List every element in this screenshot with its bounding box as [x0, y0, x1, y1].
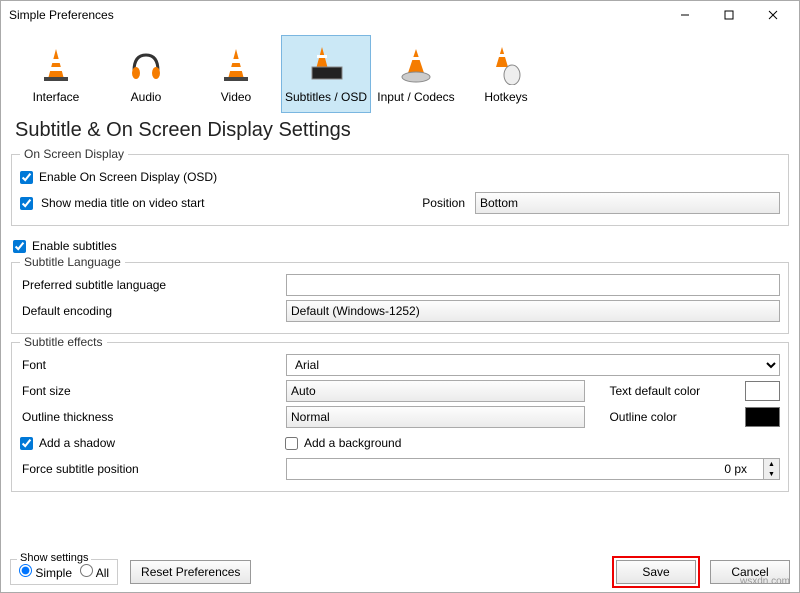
outline-thickness-label: Outline thickness: [20, 410, 280, 424]
default-encoding-select[interactable]: Default (Windows-1252): [286, 300, 780, 322]
text-color-label: Text default color: [609, 384, 739, 398]
chevron-down-icon[interactable]: ▼: [764, 469, 779, 479]
add-background-checkbox[interactable]: [285, 437, 298, 450]
page-title: Subtitle & On Screen Display Settings: [1, 113, 799, 150]
subtitle-language-group: Subtitle Language Preferred subtitle lan…: [11, 262, 789, 334]
osd-group: On Screen Display Enable On Screen Displ…: [11, 154, 789, 226]
enable-osd-label: Enable On Screen Display (OSD): [39, 170, 217, 184]
all-radio[interactable]: [80, 564, 93, 577]
tab-label: Interface: [33, 90, 80, 104]
cone-disc-icon: [395, 44, 437, 86]
subtitle-effects-group: Subtitle effects Font Arial Font size Au…: [11, 342, 789, 492]
tab-hotkeys[interactable]: Hotkeys: [461, 35, 551, 113]
show-settings-label: Show settings: [17, 552, 91, 564]
save-button[interactable]: Save: [616, 560, 696, 584]
simple-radio[interactable]: [19, 564, 32, 577]
save-highlight: Save: [612, 556, 700, 588]
watermark: wsxdn.com: [740, 576, 790, 587]
tab-input-codecs[interactable]: Input / Codecs: [371, 35, 461, 113]
enable-osd-checkbox[interactable]: [20, 171, 33, 184]
titlebar: Simple Preferences: [1, 1, 799, 29]
close-button[interactable]: [751, 1, 795, 29]
fx-legend: Subtitle effects: [20, 335, 107, 349]
force-pos-spinner[interactable]: ▲▼: [764, 458, 780, 480]
cone-icon: [35, 44, 77, 86]
default-encoding-label: Default encoding: [20, 304, 280, 318]
font-label: Font: [20, 358, 280, 372]
category-tabs: Interface Audio Video Subtitles / OSD In…: [1, 29, 799, 113]
enable-subtitles-checkbox[interactable]: [13, 240, 26, 253]
tab-video[interactable]: Video: [191, 35, 281, 113]
add-background-label: Add a background: [304, 436, 401, 450]
show-media-title-label: Show media title on video start: [39, 196, 399, 210]
cone-board-icon: [305, 44, 347, 86]
lang-legend: Subtitle Language: [20, 255, 125, 269]
reset-preferences-button[interactable]: Reset Preferences: [130, 560, 251, 584]
font-select[interactable]: Arial: [286, 354, 780, 376]
maximize-button[interactable]: [707, 1, 751, 29]
outline-color-button[interactable]: [745, 407, 780, 427]
show-settings-group: Show settings Simple All: [10, 559, 118, 585]
show-media-title-checkbox[interactable]: [20, 197, 33, 210]
headphones-icon: [125, 44, 167, 86]
outline-color-label: Outline color: [609, 410, 739, 424]
tab-label: Video: [221, 90, 251, 104]
tab-audio[interactable]: Audio: [101, 35, 191, 113]
tab-label: Audio: [131, 90, 162, 104]
font-size-select[interactable]: Auto: [286, 380, 585, 402]
minimize-button[interactable]: [663, 1, 707, 29]
window-title: Simple Preferences: [9, 8, 114, 22]
force-pos-input[interactable]: [286, 458, 764, 480]
cone-icon: [215, 44, 257, 86]
bottom-bar: Show settings Simple All Reset Preferenc…: [0, 551, 800, 593]
position-select[interactable]: Bottom: [475, 192, 780, 214]
tab-label: Input / Codecs: [377, 90, 454, 104]
pref-lang-input[interactable]: [286, 274, 780, 296]
pref-lang-label: Preferred subtitle language: [20, 278, 280, 292]
tab-subtitles-osd[interactable]: Subtitles / OSD: [281, 35, 371, 113]
all-radio-label[interactable]: All: [80, 564, 109, 580]
enable-subtitles-label: Enable subtitles: [32, 239, 117, 253]
window-controls: [663, 1, 795, 29]
font-size-label: Font size: [20, 384, 280, 398]
outline-thickness-select[interactable]: Normal: [286, 406, 585, 428]
chevron-up-icon[interactable]: ▲: [764, 459, 779, 469]
osd-legend: On Screen Display: [20, 147, 128, 161]
tab-label: Subtitles / OSD: [285, 90, 367, 104]
simple-radio-label[interactable]: Simple: [19, 564, 72, 580]
force-pos-label: Force subtitle position: [20, 462, 280, 476]
position-label: Position: [405, 196, 465, 210]
tab-interface[interactable]: Interface: [11, 35, 101, 113]
cone-mouse-icon: [485, 44, 527, 86]
add-shadow-checkbox[interactable]: [20, 437, 33, 450]
tab-label: Hotkeys: [484, 90, 527, 104]
add-shadow-label: Add a shadow: [39, 436, 279, 450]
text-color-button[interactable]: [745, 381, 780, 401]
